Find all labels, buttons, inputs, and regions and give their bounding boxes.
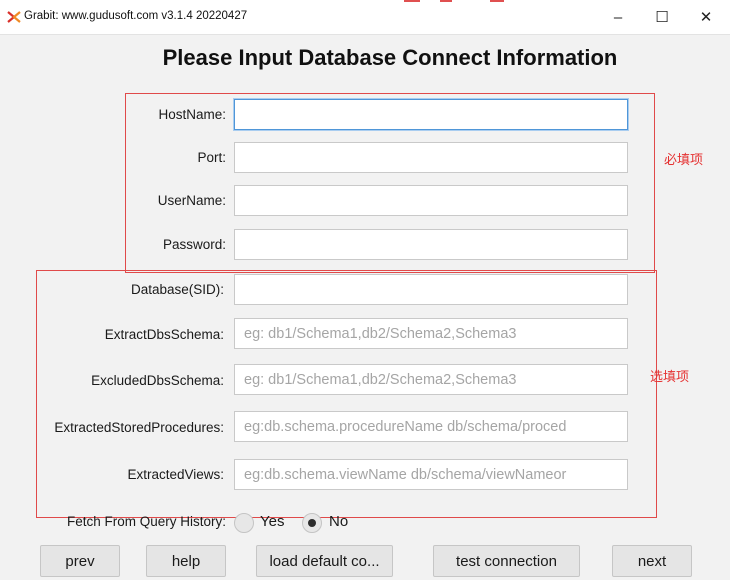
annotation-stroke (440, 0, 452, 2)
stored-procedures-label: ExtractedStoredProcedures: (54, 420, 224, 435)
views-input[interactable] (234, 459, 628, 490)
query-history-yes-label[interactable]: Yes (260, 513, 284, 530)
password-input[interactable] (234, 229, 628, 260)
extract-schema-label: ExtractDbsSchema: (104, 327, 224, 342)
next-button[interactable]: next (612, 545, 692, 577)
load-default-button[interactable]: load default co... (256, 545, 393, 577)
help-button[interactable]: help (146, 545, 226, 577)
test-connection-button[interactable]: test connection (433, 545, 580, 577)
hostname-input[interactable] (234, 99, 628, 130)
window-titlebar: Grabit: www.gudusoft.com v3.1.4 20220427… (0, 0, 730, 35)
query-history-yes-radio[interactable] (234, 513, 254, 533)
minimize-icon: – (613, 8, 623, 26)
close-icon: ✕ (699, 9, 713, 26)
database-input[interactable] (234, 274, 628, 305)
grabit-logo-icon (7, 11, 21, 23)
excluded-schema-input[interactable] (234, 364, 628, 395)
port-label: Port: (197, 150, 226, 165)
maximize-button[interactable]: ☐ (640, 2, 684, 32)
query-history-label: Fetch From Query History: (66, 514, 226, 529)
optional-annotation: 选填项 (650, 370, 690, 385)
password-label: Password: (162, 237, 226, 252)
query-history-no-radio[interactable] (302, 513, 322, 533)
annotation-stroke (404, 0, 420, 2)
username-label: UserName: (157, 193, 226, 208)
minimize-button[interactable]: – (596, 2, 640, 32)
page-title: Please Input Database Connect Informatio… (162, 45, 618, 70)
extract-schema-input[interactable] (234, 318, 628, 349)
close-button[interactable]: ✕ (684, 2, 728, 32)
port-input[interactable] (234, 142, 628, 173)
database-label: Database(SID): (130, 282, 224, 297)
views-label: ExtractedViews: (127, 467, 224, 482)
prev-button[interactable]: prev (40, 545, 120, 577)
window-title: Grabit: www.gudusoft.com v3.1.4 20220427 (24, 10, 248, 22)
stored-procedures-input[interactable] (234, 411, 628, 442)
hostname-label: HostName: (158, 107, 226, 122)
query-history-no-label[interactable]: No (329, 513, 348, 530)
username-input[interactable] (234, 185, 628, 216)
excluded-schema-label: ExcludedDbsSchema: (91, 373, 224, 388)
annotation-stroke (490, 0, 504, 2)
maximize-icon: ☐ (655, 9, 669, 26)
required-annotation: 必填项 (664, 153, 704, 168)
